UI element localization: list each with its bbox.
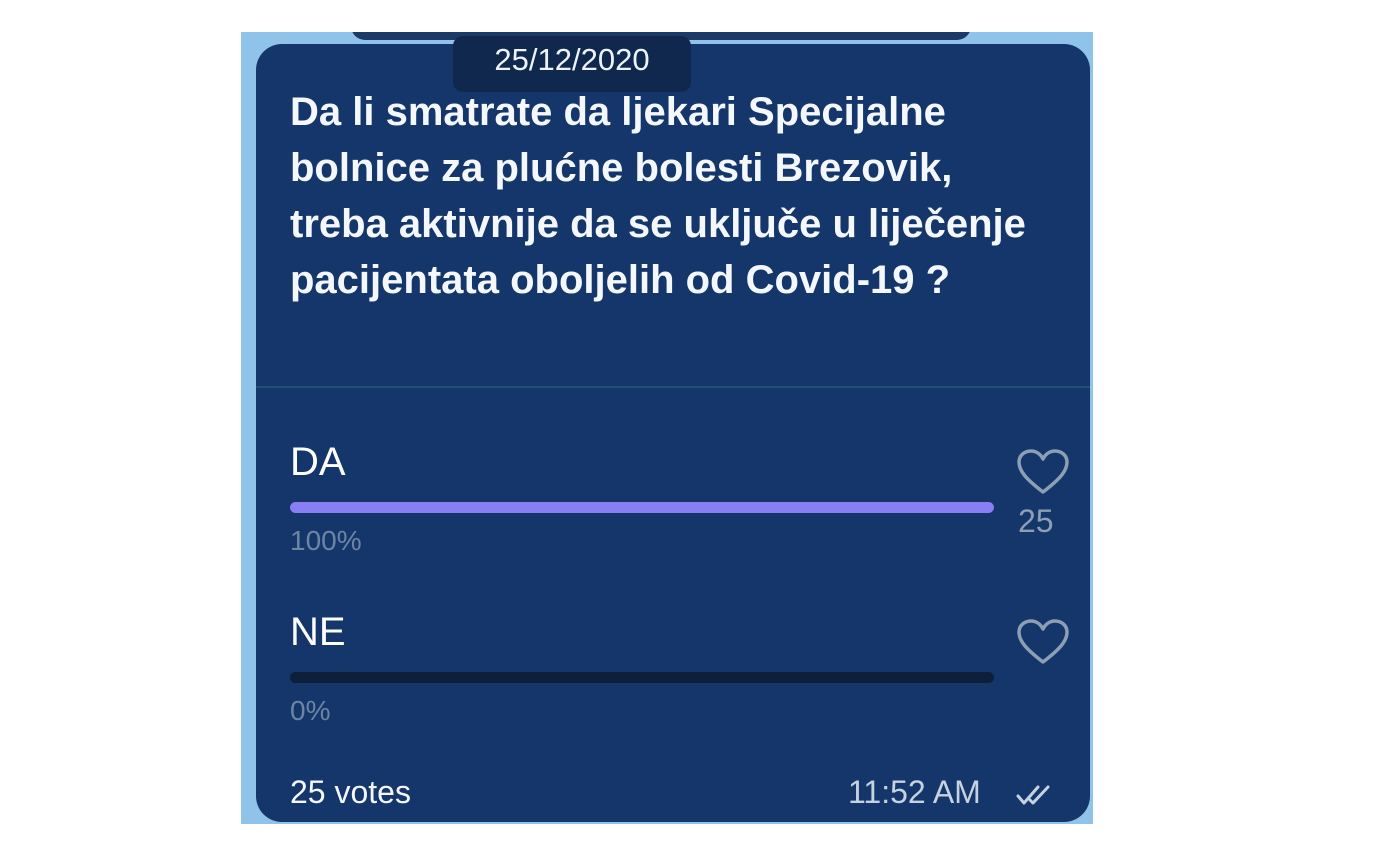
divider [256,386,1090,388]
option-vote-count: 25 [1018,503,1054,539]
heart-icon[interactable] [1016,618,1070,666]
total-votes[interactable]: 25 votes [290,772,411,812]
option-label: NE [290,610,346,654]
message-time: 11:52 AM [848,774,981,810]
poll-question: Da li smatrate da ljekari Specijalne bol… [290,90,1026,302]
option-progress-fill [290,502,994,513]
poll-message-bubble[interactable]: 25/12/2020 Da li smatrate da ljekari Spe… [256,36,1090,822]
option-progress-track [290,672,994,683]
heart-icon[interactable] [1016,448,1070,496]
option-percent: 0% [290,695,331,726]
double-check-icon [1016,785,1050,805]
chat-screen: 25/12/2020 Da li smatrate da ljekari Spe… [241,32,1093,824]
option-progress-track [290,502,994,513]
option-label: DA [290,440,346,484]
poll-option-ne[interactable]: NE 0% [290,608,1080,738]
option-percent: 100% [290,525,362,556]
poll-option-da[interactable]: DA 100% 25 [290,438,1080,568]
